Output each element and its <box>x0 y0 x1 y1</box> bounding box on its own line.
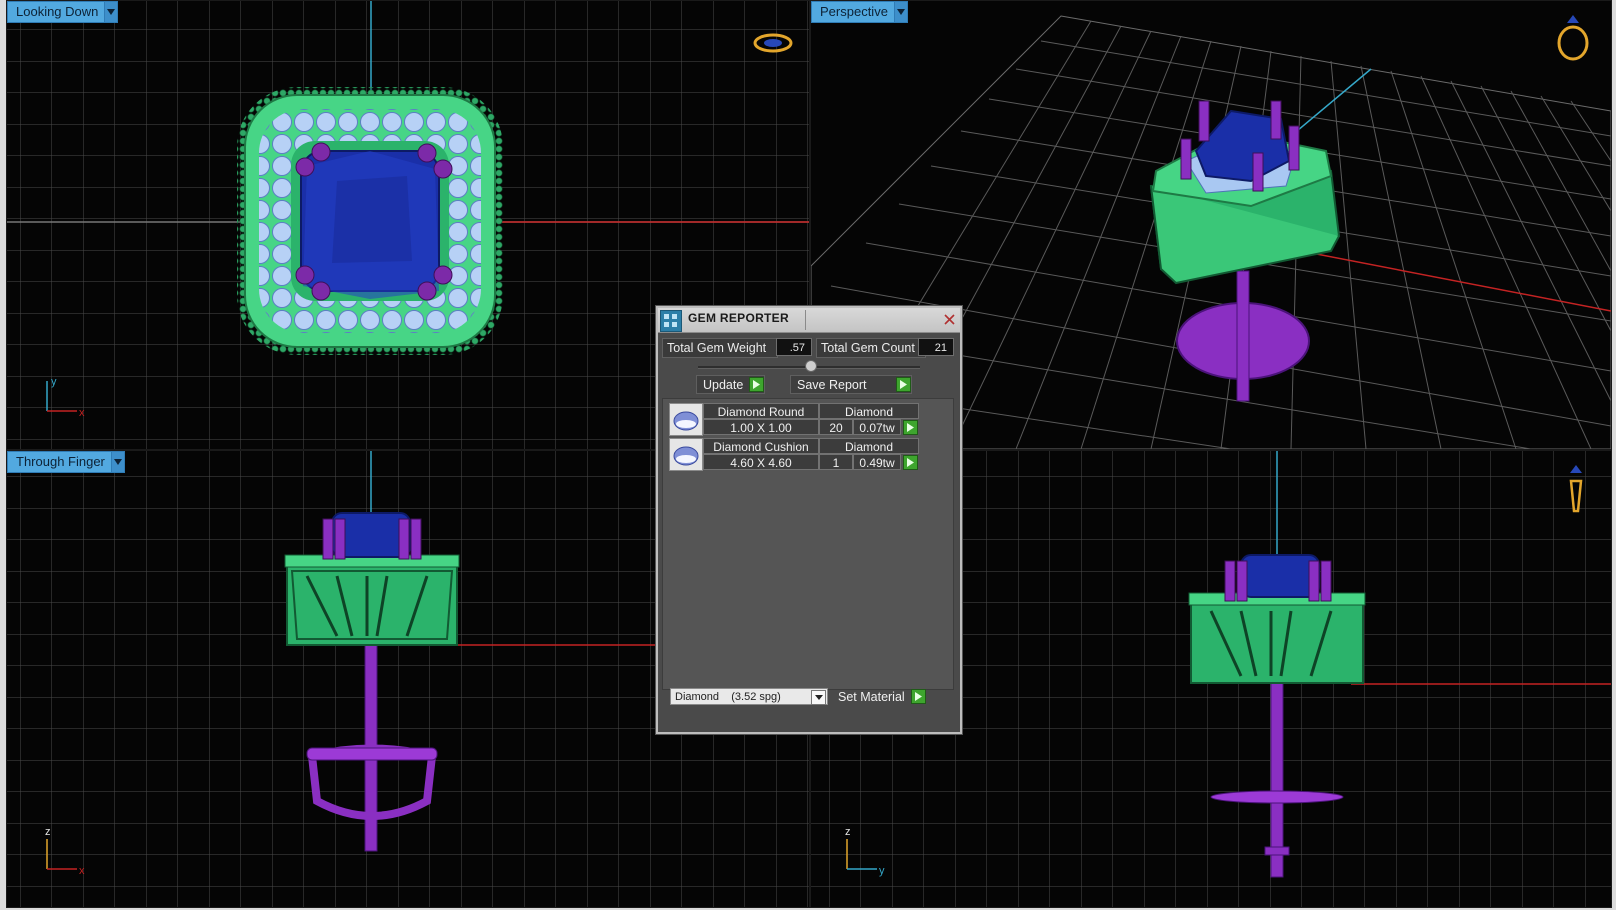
gem-material: Diamond <box>819 438 919 454</box>
axis-label-x: x <box>79 865 85 877</box>
select-gem-arrow-icon[interactable] <box>903 420 918 435</box>
earring-top-view <box>237 87 503 355</box>
save-report-label: Save Report <box>797 377 867 392</box>
splitter-handle[interactable] <box>805 360 817 372</box>
total-weight-label: Total Gem Weight <box>662 338 778 358</box>
viewport-label-text: Looking Down <box>16 4 99 19</box>
gem-count: 20 <box>819 419 853 435</box>
viewport-label-text: Perspective <box>820 4 888 19</box>
chevron-down-icon[interactable] <box>110 452 124 472</box>
play-arrow-icon <box>910 689 926 704</box>
set-material-button[interactable]: Set Material <box>838 688 926 705</box>
play-arrow-icon <box>896 377 912 392</box>
play-arrow-icon <box>749 377 765 392</box>
dialog-titlebar[interactable]: GEM REPORTER <box>658 308 960 333</box>
gem-cushion-icon <box>669 438 703 471</box>
chevron-down-icon[interactable] <box>104 2 118 22</box>
gem-reporter-icon <box>660 310 682 332</box>
ring-perspective-icon[interactable] <box>1557 15 1589 61</box>
close-icon[interactable] <box>941 312 957 327</box>
gem-round-icon <box>669 403 703 436</box>
gem-count: 1 <box>819 454 853 470</box>
chevron-down-icon[interactable] <box>811 690 826 705</box>
total-count-value: 21 <box>918 338 954 356</box>
viewport-label-perspective[interactable]: Perspective <box>811 1 908 23</box>
total-count-label: Total Gem Count <box>816 338 926 358</box>
viewport-label-through-finger[interactable]: Through Finger <box>7 451 125 473</box>
axis-label-y: y <box>879 865 885 877</box>
axis-label-x: x <box>79 407 85 419</box>
gem-size: 1.00 X 1.00 <box>703 419 819 435</box>
x-axis-line <box>1300 250 1611 312</box>
select-gem-arrow-icon[interactable] <box>903 455 918 470</box>
viewport-label-text: Through Finger <box>16 454 105 469</box>
earring-perspective <box>1149 100 1341 402</box>
update-label: Update <box>703 377 744 392</box>
list-item[interactable]: Diamond Round Diamond 1.00 X 1.00 20 0.0… <box>665 403 951 437</box>
gem-weight: 0.49tw <box>853 454 901 470</box>
total-weight-value: .57 <box>776 338 812 356</box>
dialog-title: GEM REPORTER <box>688 311 789 325</box>
list-item[interactable]: Diamond Cushion Diamond 4.60 X 4.60 1 0.… <box>665 438 951 472</box>
update-button[interactable]: Update <box>696 375 766 394</box>
axis-label-z: z <box>845 826 851 838</box>
viewport-label-looking-down[interactable]: Looking Down <box>7 1 119 23</box>
material-select[interactable]: Diamond (3.52 spg) <box>670 688 828 705</box>
gem-size: 4.60 X 4.60 <box>703 454 819 470</box>
gem-shape: Diamond Cushion <box>703 438 819 454</box>
gem-reporter-dialog: GEM REPORTER Total Gem Weight .57 Total … <box>656 306 962 734</box>
chevron-down-icon[interactable] <box>893 2 907 22</box>
save-report-button[interactable]: Save Report <box>790 375 913 394</box>
axis-label-y: y <box>51 376 57 388</box>
axis-label-z: z <box>45 826 51 838</box>
totals-row: Total Gem Weight .57 Total Gem Count 21 <box>662 338 956 358</box>
gem-list[interactable]: Diamond Round Diamond 1.00 X 1.00 20 0.0… <box>662 398 954 690</box>
gem-shape: Diamond Round <box>703 403 819 419</box>
material-select-value: Diamond (3.52 spg) <box>675 691 781 703</box>
y-axis-line <box>1290 68 1372 137</box>
gem-weight: 0.07tw <box>853 419 901 435</box>
title-divider <box>805 310 806 330</box>
gem-material: Diamond <box>819 403 919 419</box>
set-material-label: Set Material <box>838 689 905 704</box>
